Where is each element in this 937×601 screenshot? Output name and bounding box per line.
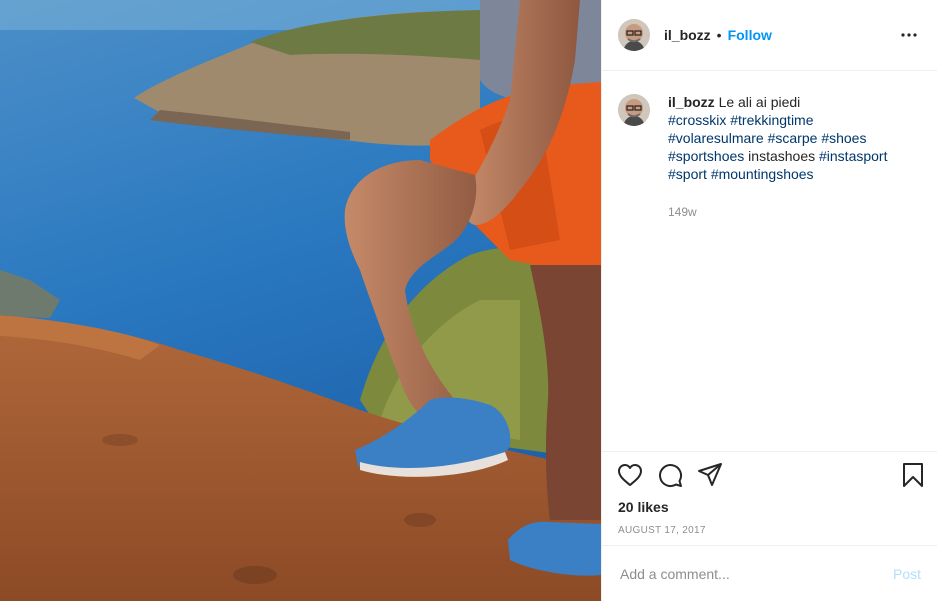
caption-body: il_bozz Le ali ai piedi #crosskix #trekk… (668, 93, 904, 221)
likes-count[interactable]: 20 likes (602, 499, 937, 515)
hashtag-link[interactable]: #sport (668, 166, 707, 182)
bookmark-icon[interactable] (899, 461, 927, 489)
heart-icon[interactable] (616, 461, 644, 489)
action-bar (602, 452, 937, 498)
post-photo[interactable] (0, 0, 601, 601)
separator-dot: • (716, 27, 722, 43)
actions-area: 20 likes AUGUST 17, 2017 (602, 451, 937, 536)
instagram-post: il_bozz • Follow il_bozz Le ali ai piedi… (0, 0, 937, 601)
hashtag-link[interactable]: #shoes (821, 130, 866, 146)
hashtag-link[interactable]: #mountingshoes (711, 166, 814, 182)
share-icon[interactable] (696, 461, 724, 489)
hashtag-link[interactable]: #instasport (819, 148, 887, 164)
more-options-icon[interactable] (897, 23, 921, 47)
caption-word: instashoes (748, 148, 816, 164)
comment-bar: Post (602, 545, 937, 601)
post-comment-button[interactable]: Post (893, 566, 921, 582)
post-sidebar: il_bozz • Follow il_bozz Le ali ai piedi… (601, 0, 937, 601)
hashtag-link[interactable]: #sportshoes (668, 148, 744, 164)
caption-avatar[interactable] (618, 94, 650, 126)
avatar[interactable] (618, 19, 650, 51)
post-header: il_bozz • Follow (602, 0, 937, 71)
comment-icon[interactable] (656, 461, 684, 489)
hashtag-link[interactable]: #trekkingtime (730, 112, 813, 128)
caption-username[interactable]: il_bozz (668, 94, 715, 110)
follow-button[interactable]: Follow (728, 27, 772, 43)
hashtag-link[interactable]: #volaresulmare (668, 130, 764, 146)
username-link[interactable]: il_bozz (664, 27, 711, 43)
caption-text: Le ali ai piedi (718, 94, 801, 110)
time-ago[interactable]: 149w (668, 203, 904, 221)
coastal-hiking-photo (0, 0, 601, 601)
hashtag-link[interactable]: #scarpe (768, 130, 818, 146)
hashtag-link[interactable]: #crosskix (668, 112, 726, 128)
avatar-image (618, 94, 650, 126)
avatar-image (618, 19, 650, 51)
comment-input[interactable] (618, 564, 893, 583)
post-date[interactable]: AUGUST 17, 2017 (602, 525, 937, 536)
caption: il_bozz Le ali ai piedi #crosskix #trekk… (602, 71, 937, 221)
